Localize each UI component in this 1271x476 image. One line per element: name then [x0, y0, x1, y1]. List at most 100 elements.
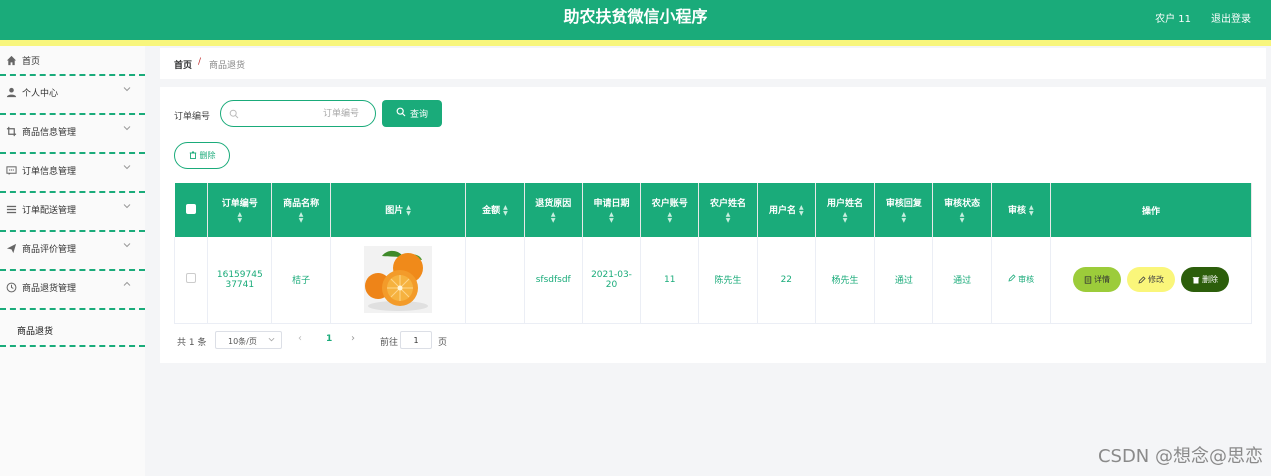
edit-button-label: 修改: [1147, 275, 1164, 285]
sidebar: 首页 个人中心 商品信息管理 订单信息管理 订单配送管理 商品评价管理 商品退货…: [0, 46, 145, 476]
sort-icon[interactable]: ▲ ▼: [641, 212, 698, 224]
prev-page-button[interactable]: ‹: [298, 333, 302, 344]
sort-icon[interactable]: ▲ ▼: [1029, 204, 1034, 217]
sidebar-item-home[interactable]: 首页: [0, 46, 145, 76]
chevron-down-icon: [123, 163, 131, 174]
audit-link-label: 审核: [1018, 275, 1035, 285]
chevron-down-icon: [123, 85, 131, 96]
goto-label: 前往: [380, 338, 399, 348]
col-farmer-name[interactable]: 农户姓名 ▲ ▼: [698, 183, 758, 237]
user-icon: [6, 87, 17, 98]
sort-icon[interactable]: ▲ ▼: [933, 212, 990, 224]
sidebar-item-label: 个人中心: [22, 89, 59, 99]
col-order-no[interactable]: 订单编号 ▲ ▼: [207, 183, 273, 237]
cell-amount: [465, 237, 525, 324]
col-apply-date[interactable]: 申请日期 ▲ ▼: [582, 183, 642, 237]
sort-icon[interactable]: ▲ ▼: [699, 212, 756, 224]
col-image[interactable]: 图片 ▲ ▼: [330, 183, 467, 237]
watermark: CSDN @想念@思恋: [1097, 446, 1263, 467]
chevron-down-icon: [268, 336, 275, 345]
sidebar-item-personal-center[interactable]: 个人中心: [0, 76, 145, 115]
sort-icon[interactable]: ▲ ▼: [875, 212, 932, 224]
sort-icon[interactable]: ▲ ▼: [816, 212, 874, 224]
goto-page-input[interactable]: [400, 331, 432, 349]
order-no-label: 订单编号: [174, 112, 211, 122]
sidebar-subitem-product-return[interactable]: 商品退货: [0, 310, 145, 347]
return-table: 订单编号 ▲ ▼ 商品名称 ▲ ▼ 图片 ▲ ▼ 金额 ▲ ▼ 退货原因 ▲ ▼ 申请日期 ▲ ▼ 农户…: [173, 183, 1253, 324]
query-button[interactable]: 查询: [382, 100, 442, 127]
crop-icon: [6, 126, 17, 137]
sidebar-subitem-label: 商品退货: [17, 327, 54, 337]
sidebar-item-label: 商品评价管理: [22, 245, 77, 255]
sort-icon[interactable]: ▲ ▼: [503, 204, 508, 217]
cell-order-no: 16159745 37741: [207, 237, 273, 324]
current-user: 农户 11: [1155, 14, 1191, 25]
detail-button-label: 详情: [1093, 275, 1110, 285]
audit-link[interactable]: 审核: [1008, 274, 1035, 285]
col-user-name[interactable]: 用户姓名 ▲ ▼: [815, 183, 876, 237]
col-audit[interactable]: 审核 ▲ ▼: [991, 183, 1051, 237]
sort-icon[interactable]: ▲ ▼: [525, 212, 582, 224]
sidebar-item-label: 商品退货管理: [22, 284, 77, 294]
batch-delete-label: 删除: [199, 151, 216, 160]
detail-button[interactable]: 详情: [1072, 267, 1121, 293]
sort-icon[interactable]: ▲ ▼: [208, 212, 271, 224]
cell-farmer-account: 11: [640, 237, 700, 324]
delete-button[interactable]: 删除: [1180, 267, 1229, 293]
edit-icon: [1138, 276, 1146, 284]
col-reason[interactable]: 退货原因 ▲ ▼: [524, 183, 583, 237]
col-audit-status[interactable]: 审核状态 ▲ ▼: [932, 183, 992, 237]
select-all-checkbox[interactable]: [185, 203, 196, 214]
next-page-button[interactable]: ›: [351, 333, 355, 344]
sort-icon[interactable]: ▲ ▼: [406, 204, 411, 217]
table-header-row: 订单编号 ▲ ▼ 商品名称 ▲ ▼ 图片 ▲ ▼ 金额 ▲ ▼ 退货原因 ▲ ▼ 申请日期 ▲ ▼ 农户…: [174, 183, 1253, 237]
cell-farmer-name: 陈先生: [698, 237, 758, 324]
sidebar-item-product-return[interactable]: 商品退货管理: [0, 271, 145, 310]
sidebar-item-product-review[interactable]: 商品评价管理: [0, 232, 145, 271]
col-product-name[interactable]: 商品名称 ▲ ▼: [271, 183, 331, 237]
chevron-down-icon: [123, 202, 131, 213]
breadcrumb-home[interactable]: 首页: [174, 58, 192, 71]
cell-apply-date: 2021-03-20: [582, 237, 642, 324]
document-icon: [1084, 276, 1092, 284]
pagination-total: 共 1 条: [177, 338, 207, 348]
col-username[interactable]: 用户名 ▲ ▼: [757, 183, 816, 237]
page-number-current[interactable]: 1: [326, 334, 332, 344]
sidebar-item-label: 首页: [22, 57, 41, 67]
header-stripe: [0, 40, 1271, 46]
order-no-field[interactable]: [220, 100, 376, 127]
logout-link[interactable]: 退出登录: [1211, 10, 1251, 25]
pagination: 共 1 条 10条/页 ‹ 1 › 前往 页: [177, 330, 577, 350]
sidebar-item-order-delivery[interactable]: 订单配送管理: [0, 193, 145, 232]
edit-button[interactable]: 修改: [1126, 267, 1175, 293]
clock-icon: [6, 282, 17, 293]
col-farmer-account[interactable]: 农户账号 ▲ ▼: [640, 183, 700, 237]
send-icon: [6, 243, 17, 254]
cell-audit-status: 通过: [932, 237, 992, 324]
select-all-header[interactable]: [174, 183, 209, 237]
cell-product-name: 桔子: [271, 237, 331, 324]
sidebar-item-order-info[interactable]: 订单信息管理: [0, 154, 145, 193]
breadcrumb: 首页 / 商品退货: [160, 48, 1266, 79]
main-panel: 订单编号 查询 删除 订单编号▲▼ 商品名称▲▼ 图片▲▼: [160, 87, 1266, 363]
sidebar-item-label: 订单配送管理: [22, 206, 77, 216]
sort-icon[interactable]: ▲ ▼: [583, 212, 640, 224]
row-select-cell[interactable]: [173, 237, 209, 324]
sidebar-item-product-info[interactable]: 商品信息管理: [0, 115, 145, 154]
order-no-input[interactable]: [245, 105, 369, 122]
row-checkbox[interactable]: [186, 273, 197, 284]
app-title: 助农扶贫微信小程序: [563, 7, 708, 26]
col-audit-reply[interactable]: 审核回复 ▲ ▼: [874, 183, 934, 237]
top-header: 助农扶贫微信小程序 农户 11 退出登录: [0, 0, 1271, 40]
home-icon: [6, 55, 17, 66]
sort-icon[interactable]: ▲ ▼: [272, 212, 329, 224]
batch-delete-button[interactable]: 删除: [174, 142, 230, 169]
cell-actions: 详情 修改 删除: [1050, 237, 1253, 324]
query-button-label: 查询: [409, 110, 428, 120]
sort-icon[interactable]: ▲ ▼: [799, 204, 804, 217]
sidebar-item-label: 订单信息管理: [22, 167, 77, 177]
page-size-select[interactable]: 10条/页: [215, 331, 282, 349]
chevron-up-icon: [123, 280, 131, 291]
cell-audit-reply: 通过: [874, 237, 934, 324]
col-amount[interactable]: 金额 ▲ ▼: [465, 183, 525, 237]
